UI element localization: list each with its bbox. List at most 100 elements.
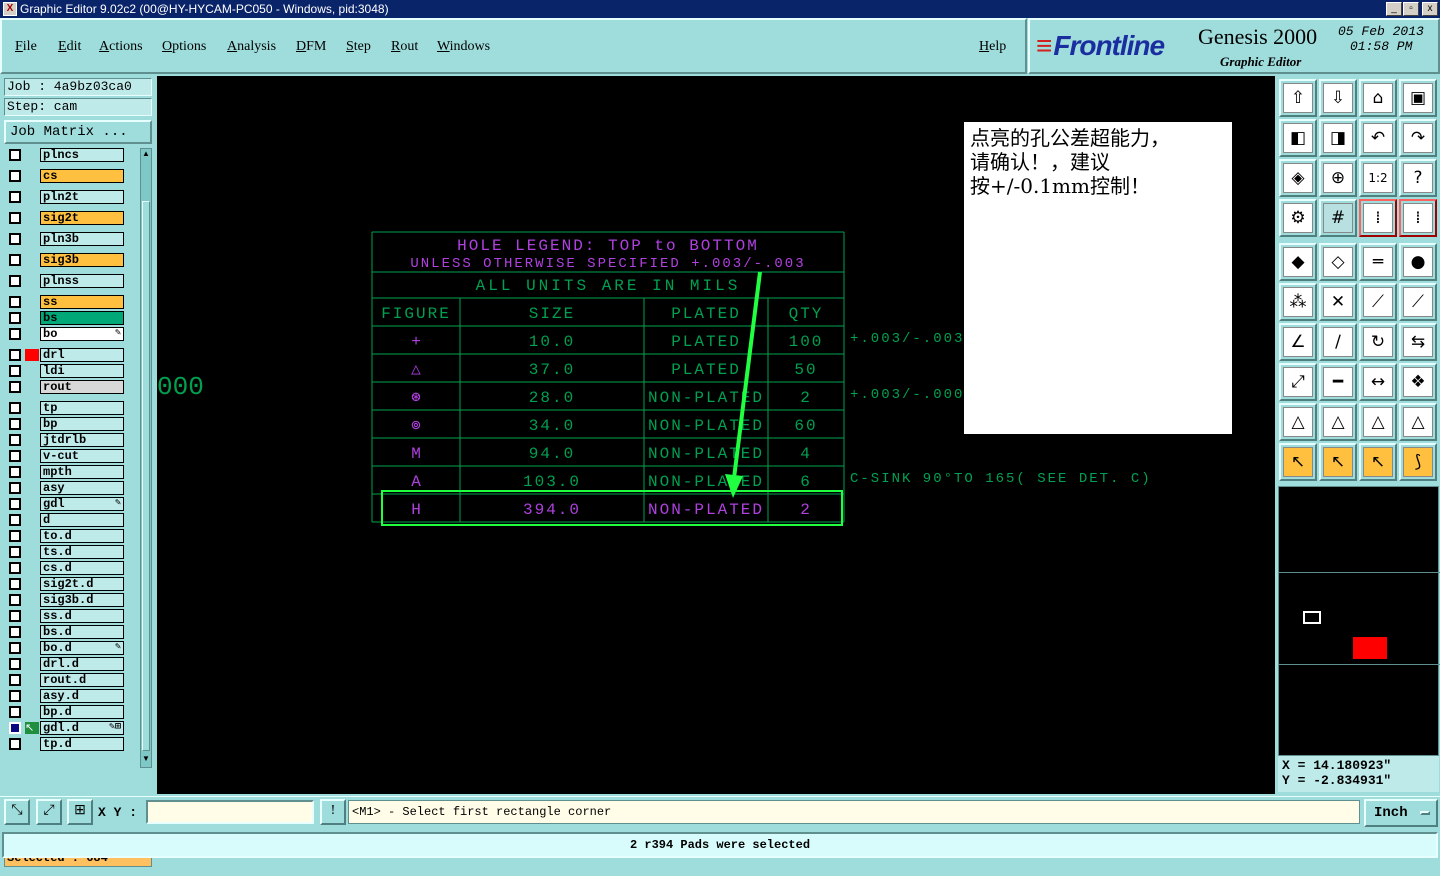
menu-edit[interactable]: Edit: [58, 39, 81, 55]
job-matrix-button[interactable]: Job Matrix ...: [4, 120, 152, 144]
layer-row-asy.d[interactable]: asy.d: [4, 689, 138, 703]
layer-name[interactable]: mpth: [40, 465, 124, 479]
layer-name[interactable]: plncs: [40, 148, 124, 162]
layer-name[interactable]: ss.d: [40, 609, 124, 623]
layer-name[interactable]: bs: [40, 311, 124, 325]
layer-row-to.d[interactable]: to.d: [4, 529, 138, 543]
layer-checkbox[interactable]: [9, 658, 21, 670]
tri3-button[interactable]: △: [1359, 403, 1397, 441]
scale-button[interactable]: 1:2: [1359, 159, 1397, 197]
slash-button[interactable]: ∕: [1319, 323, 1357, 361]
layer-row-bo[interactable]: bo ✎: [4, 327, 138, 341]
layer-checkbox[interactable]: [9, 450, 21, 462]
menu-help[interactable]: Help: [979, 39, 1006, 55]
layer-checkbox[interactable]: [9, 514, 21, 526]
layer-row-asy[interactable]: asy: [4, 481, 138, 495]
zoom-box-icon[interactable]: ⤡: [4, 799, 30, 825]
layer-checkbox[interactable]: [9, 328, 21, 340]
tools-button[interactable]: ⚙: [1279, 199, 1317, 237]
layer-row-plncs[interactable]: plncs: [4, 148, 138, 162]
layer-name[interactable]: bs.d: [40, 625, 124, 639]
zoom-forward-button[interactable]: ◨: [1319, 119, 1357, 157]
layer-row-gdl[interactable]: gdl ✎: [4, 497, 138, 511]
layer-checkbox[interactable]: [9, 149, 21, 161]
layer-checkbox[interactable]: [9, 365, 21, 377]
arc-button[interactable]: ↻: [1359, 323, 1397, 361]
layer-row-d[interactable]: d: [4, 513, 138, 527]
minimize-button[interactable]: _: [1386, 2, 1402, 16]
layer-row-bp[interactable]: bp: [4, 417, 138, 431]
undo-button[interactable]: ↶: [1359, 119, 1397, 157]
line2-button[interactable]: ⟋: [1399, 283, 1437, 321]
layer-name[interactable]: bp.d: [40, 705, 124, 719]
layer-checkbox[interactable]: [9, 578, 21, 590]
menu-dfm[interactable]: DFM: [296, 39, 326, 55]
layer-checkbox[interactable]: [9, 706, 21, 718]
layer-checkbox[interactable]: [9, 546, 21, 558]
layer-checkbox[interactable]: [9, 170, 21, 182]
line-button[interactable]: ⟋: [1359, 283, 1397, 321]
layer-name[interactable]: plnss: [40, 274, 124, 288]
layer-row-pln2t[interactable]: pln2t: [4, 190, 138, 204]
layer-row-tp[interactable]: tp: [4, 401, 138, 415]
layer-row-cs.d[interactable]: cs.d: [4, 561, 138, 575]
snap2-button[interactable]: ⁞: [1399, 199, 1437, 237]
layer-row-tp.d[interactable]: tp.d: [4, 737, 138, 751]
maximize-button[interactable]: ▫: [1403, 2, 1419, 16]
xy-input[interactable]: [146, 800, 314, 824]
layer-checkbox[interactable]: [9, 610, 21, 622]
layer-checkbox[interactable]: [9, 530, 21, 542]
layer-checkbox[interactable]: [9, 402, 21, 414]
layer-name[interactable]: tp: [40, 401, 124, 415]
layer-name[interactable]: sig3b: [40, 253, 124, 267]
close-button[interactable]: x: [1422, 2, 1438, 16]
layer-name[interactable]: asy.d: [40, 689, 124, 703]
menu-file[interactable]: File: [15, 39, 37, 55]
layer-row-v-cut[interactable]: v-cut: [4, 449, 138, 463]
layer-name[interactable]: gdl ✎: [40, 497, 124, 511]
layer-name[interactable]: gdl.d ✎⊞: [40, 721, 124, 735]
move-button[interactable]: ⤢: [1279, 363, 1317, 401]
layer-name[interactable]: cs: [40, 169, 124, 183]
layer-checkbox[interactable]: [9, 296, 21, 308]
layer-name[interactable]: v-cut: [40, 449, 124, 463]
layer-checkbox[interactable]: [9, 254, 21, 266]
layer-row-sig3b.d[interactable]: sig3b.d: [4, 593, 138, 607]
layer-row-ts.d[interactable]: ts.d: [4, 545, 138, 559]
minus-button[interactable]: ━: [1319, 363, 1357, 401]
layer-row-jtdrlb[interactable]: jtdrlb: [4, 433, 138, 447]
scroll-up-icon[interactable]: ▲: [141, 149, 151, 161]
pad-button[interactable]: ◆: [1279, 243, 1317, 281]
layer-row-gdl.d[interactable]: ↖ gdl.d ✎⊞: [4, 721, 138, 735]
layer-name[interactable]: drl.d: [40, 657, 124, 671]
layer-row-rout[interactable]: rout: [4, 380, 138, 394]
help-button[interactable]: ?: [1399, 159, 1437, 197]
layer-name[interactable]: to.d: [40, 529, 124, 543]
layer-name[interactable]: ss: [40, 295, 124, 309]
layer-checkbox[interactable]: [9, 275, 21, 287]
layer-row-bo.d[interactable]: bo.d ✎: [4, 641, 138, 655]
redo-button[interactable]: ↷: [1399, 119, 1437, 157]
layer-row-cs[interactable]: cs: [4, 169, 138, 183]
layer-name[interactable]: sig2t: [40, 211, 124, 225]
layer-checkbox[interactable]: [9, 690, 21, 702]
menu-windows[interactable]: Windows: [437, 39, 490, 55]
alert-icon[interactable]: !: [320, 799, 346, 825]
layer-name[interactable]: ldi: [40, 364, 124, 378]
save-button[interactable]: ⇩: [1319, 79, 1357, 117]
open-step-button[interactable]: ⇧: [1279, 79, 1317, 117]
layer-row-ss[interactable]: ss: [4, 295, 138, 309]
layer-row-bs.d[interactable]: bs.d: [4, 625, 138, 639]
center-button[interactable]: ⊕: [1319, 159, 1357, 197]
layer-name[interactable]: drl: [40, 348, 124, 362]
layer-row-bp.d[interactable]: bp.d: [4, 705, 138, 719]
layer-checkbox[interactable]: [9, 434, 21, 446]
layer-checkbox[interactable]: [9, 738, 21, 750]
layer-name[interactable]: sig3b.d: [40, 593, 124, 607]
layer-row-rout.d[interactable]: rout.d: [4, 673, 138, 687]
layer-name[interactable]: d: [40, 513, 124, 527]
ruler-button[interactable]: ═: [1359, 243, 1397, 281]
layer-checkbox[interactable]: [9, 642, 21, 654]
menu-options[interactable]: Options: [162, 39, 206, 55]
layer-row-drl.d[interactable]: drl.d: [4, 657, 138, 671]
